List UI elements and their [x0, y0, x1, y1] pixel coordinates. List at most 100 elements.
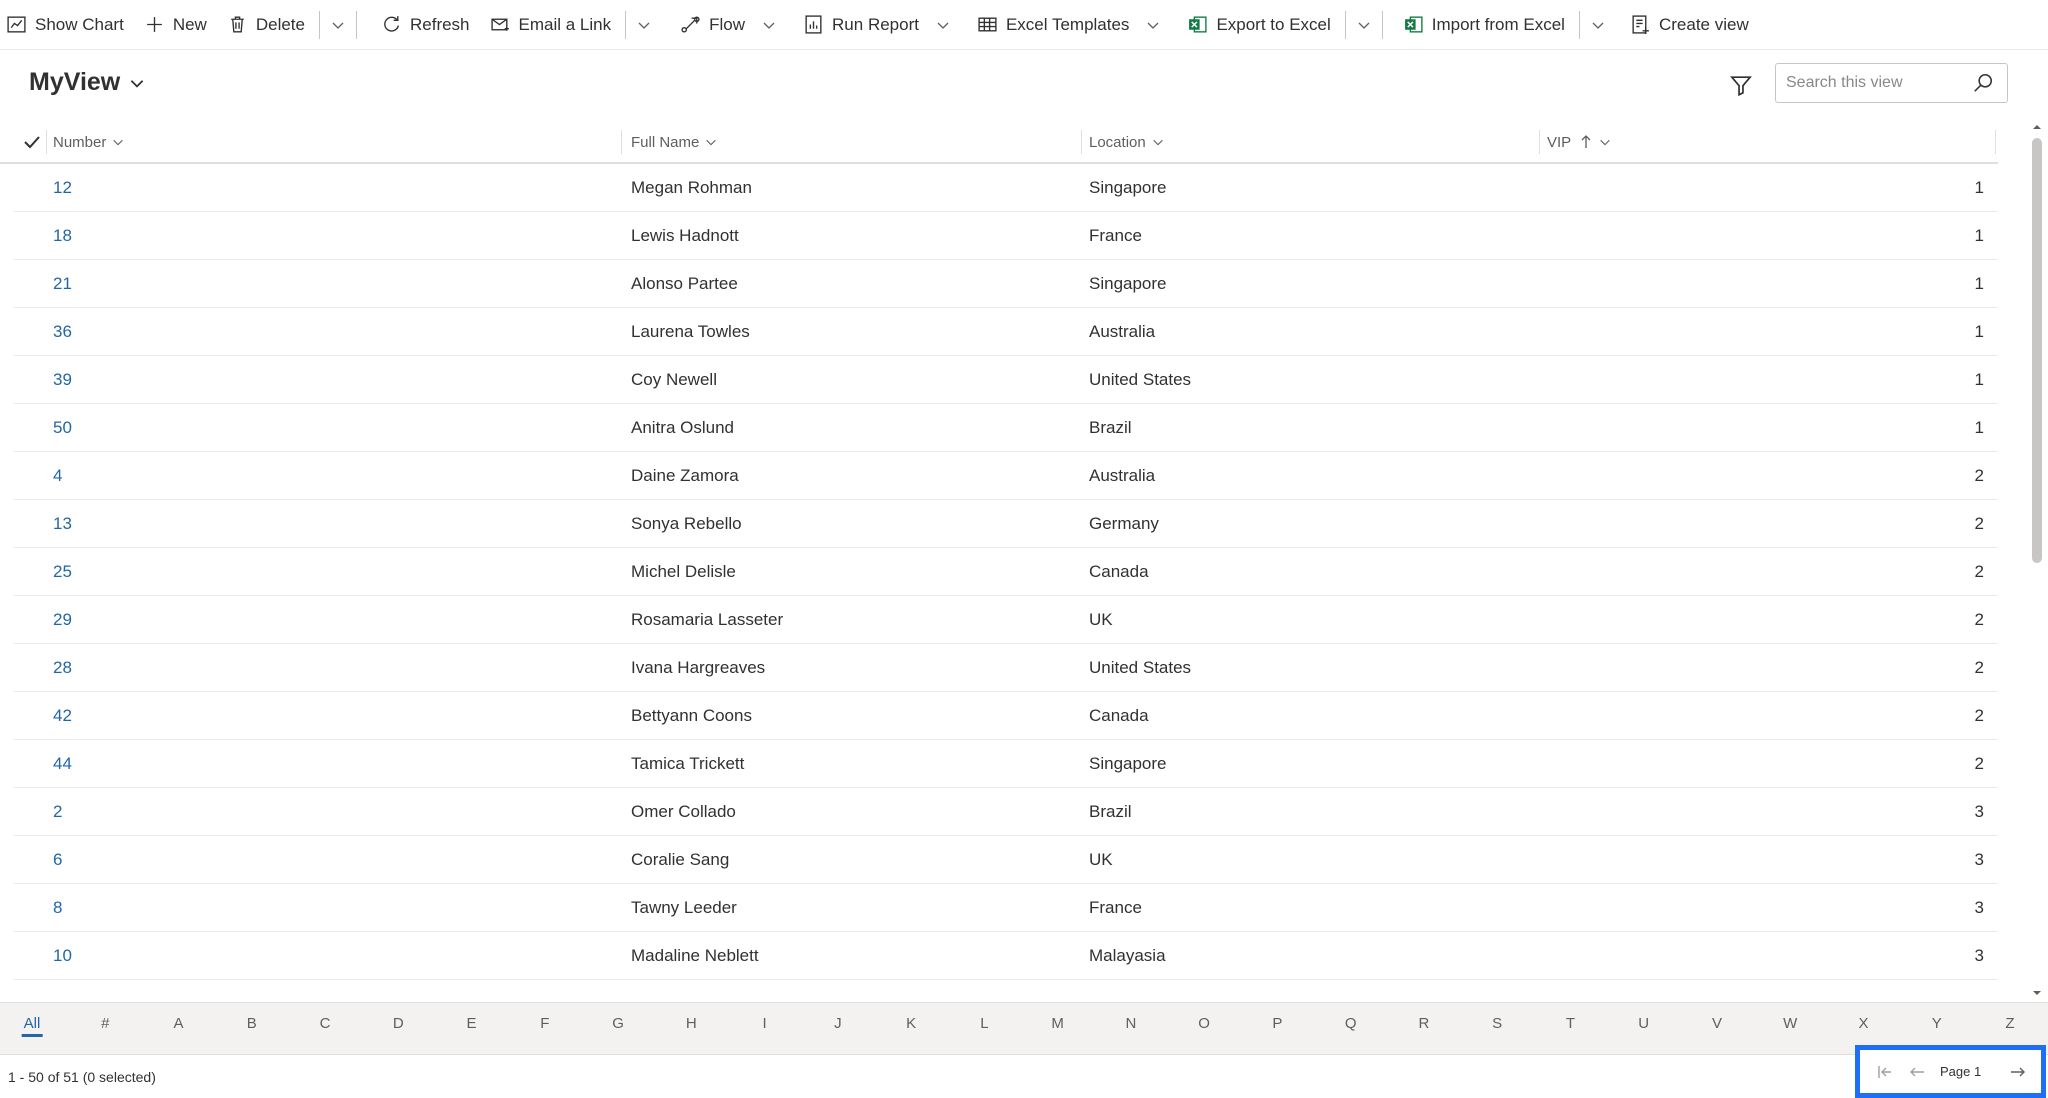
delete-more-button[interactable] [320, 0, 356, 50]
table-row[interactable]: 4 Daine Zamora Australia 2 [14, 452, 1998, 500]
number-link[interactable]: 36 [53, 308, 72, 356]
table-row[interactable]: 29 Rosamaria Lasseter UK 2 [14, 596, 1998, 644]
number-link[interactable]: 21 [53, 260, 72, 308]
search-input[interactable] [1776, 74, 1966, 92]
jump-letter[interactable]: A [174, 1015, 184, 1032]
column-header-full-name[interactable]: Full Name [631, 120, 718, 164]
jump-letter[interactable]: K [906, 1015, 916, 1032]
create-view-button[interactable]: Create view [1616, 0, 1763, 50]
jump-letter[interactable]: T [1566, 1015, 1575, 1032]
export-excel-button[interactable]: Export to Excel [1171, 0, 1344, 50]
table-row[interactable]: 42 Bettyann Coons Canada 2 [14, 692, 1998, 740]
table-row[interactable]: 6 Coralie Sang UK 3 [14, 836, 1998, 884]
view-selector[interactable]: MyView [29, 68, 146, 97]
vertical-scrollbar[interactable] [2026, 120, 2048, 1000]
jump-letter[interactable]: D [393, 1015, 404, 1032]
jump-letter[interactable]: B [247, 1015, 257, 1032]
jump-letter[interactable]: S [1492, 1015, 1502, 1032]
email-more-button[interactable] [626, 0, 662, 50]
column-divider[interactable] [1081, 130, 1082, 154]
jump-letter[interactable]: L [980, 1015, 988, 1032]
number-link[interactable]: 44 [53, 740, 72, 788]
column-header-number[interactable]: Number [53, 120, 125, 164]
filter-icon[interactable] [1728, 72, 1754, 98]
next-page-icon[interactable] [2009, 1063, 2027, 1081]
number-link[interactable]: 2 [53, 788, 62, 836]
scrollbar-thumb[interactable] [2032, 138, 2042, 563]
table-row[interactable]: 18 Lewis Hadnott France 1 [14, 212, 1998, 260]
email-link-button[interactable]: Email a Link [484, 0, 626, 50]
table-row[interactable]: 50 Anitra Oslund Brazil 1 [14, 404, 1998, 452]
column-divider[interactable] [1539, 130, 1540, 154]
scroll-up-icon[interactable] [2032, 122, 2042, 132]
table-row[interactable]: 39 Coy Newell United States 1 [14, 356, 1998, 404]
jump-letter[interactable]: X [1858, 1015, 1868, 1032]
number-link[interactable]: 6 [53, 836, 62, 884]
number-link[interactable]: 13 [53, 500, 72, 548]
table-row[interactable]: 36 Laurena Towles Australia 1 [14, 308, 1998, 356]
number-link[interactable]: 50 [53, 404, 72, 452]
delete-button[interactable]: Delete [221, 0, 319, 50]
select-all-checkmark-icon[interactable] [22, 132, 42, 152]
refresh-button[interactable]: Refresh [357, 0, 484, 50]
import-excel-button[interactable]: Import from Excel [1383, 0, 1579, 50]
previous-page-icon[interactable] [1908, 1063, 1926, 1081]
table-row[interactable]: 28 Ivana Hargreaves United States 2 [14, 644, 1998, 692]
table-row[interactable]: 44 Tamica Trickett Singapore 2 [14, 740, 1998, 788]
show-chart-button[interactable]: Show Chart [0, 0, 138, 50]
number-link[interactable]: 25 [53, 548, 72, 596]
column-divider[interactable] [621, 130, 622, 154]
run-report-dropdown[interactable] [925, 0, 961, 50]
jump-letter[interactable]: J [834, 1015, 842, 1032]
number-link[interactable]: 29 [53, 596, 72, 644]
flow-button[interactable]: Flow [662, 0, 751, 50]
jump-letter[interactable]: W [1783, 1015, 1797, 1032]
jump-letter[interactable]: N [1125, 1015, 1136, 1032]
jump-letter[interactable]: C [320, 1015, 331, 1032]
table-row[interactable]: 2 Omer Collado Brazil 3 [14, 788, 1998, 836]
column-header-location[interactable]: Location [1089, 120, 1165, 164]
jump-letter[interactable]: U [1638, 1015, 1649, 1032]
number-link[interactable]: 12 [53, 164, 72, 212]
jump-letter[interactable]: O [1198, 1015, 1210, 1032]
scroll-down-icon[interactable] [2032, 988, 2042, 998]
number-link[interactable]: 10 [53, 932, 72, 980]
jump-letter[interactable]: M [1051, 1015, 1064, 1032]
jump-letter[interactable]: I [762, 1015, 766, 1032]
jump-letter[interactable]: H [686, 1015, 697, 1032]
number-link[interactable]: 28 [53, 644, 72, 692]
number-link[interactable]: 18 [53, 212, 72, 260]
table-row[interactable]: 25 Michel Delisle Canada 2 [14, 548, 1998, 596]
jump-letter[interactable]: Z [2005, 1015, 2014, 1032]
jump-letter[interactable]: Y [1932, 1015, 1942, 1032]
new-button[interactable]: New [138, 0, 221, 50]
excel-templates-button[interactable]: Excel Templates [961, 0, 1135, 50]
jump-letter[interactable]: R [1419, 1015, 1430, 1032]
run-report-button[interactable]: Run Report [787, 0, 925, 50]
table-row[interactable]: 13 Sonya Rebello Germany 2 [14, 500, 1998, 548]
number-link[interactable]: 8 [53, 884, 62, 932]
jump-letter[interactable]: V [1712, 1015, 1722, 1032]
excel-templates-dropdown[interactable] [1135, 0, 1171, 50]
table-row[interactable]: 12 Megan Rohman Singapore 1 [14, 164, 1998, 212]
table-row[interactable]: 10 Madaline Neblett Malayasia 3 [14, 932, 1998, 980]
first-page-icon[interactable] [1876, 1063, 1894, 1081]
number-link[interactable]: 4 [53, 452, 62, 500]
table-row[interactable]: 21 Alonso Partee Singapore 1 [14, 260, 1998, 308]
jump-letter[interactable]: All [21, 1015, 42, 1037]
jump-letter[interactable]: G [612, 1015, 624, 1032]
table-row[interactable]: 8 Tawny Leeder France 3 [14, 884, 1998, 932]
export-more-button[interactable] [1346, 0, 1382, 50]
number-link[interactable]: 42 [53, 692, 72, 740]
number-link[interactable]: 39 [53, 356, 72, 404]
jump-letter[interactable]: P [1272, 1015, 1282, 1032]
column-divider[interactable] [1995, 130, 1996, 154]
jump-letter[interactable]: Q [1345, 1015, 1357, 1032]
jump-letter[interactable]: E [467, 1015, 477, 1032]
jump-letter[interactable]: # [101, 1015, 109, 1032]
search-icon[interactable] [1972, 72, 1994, 94]
flow-dropdown[interactable] [751, 0, 787, 50]
column-header-vip[interactable]: VIP [1547, 120, 1612, 164]
jump-letter[interactable]: F [540, 1015, 549, 1032]
import-more-button[interactable] [1580, 0, 1616, 50]
